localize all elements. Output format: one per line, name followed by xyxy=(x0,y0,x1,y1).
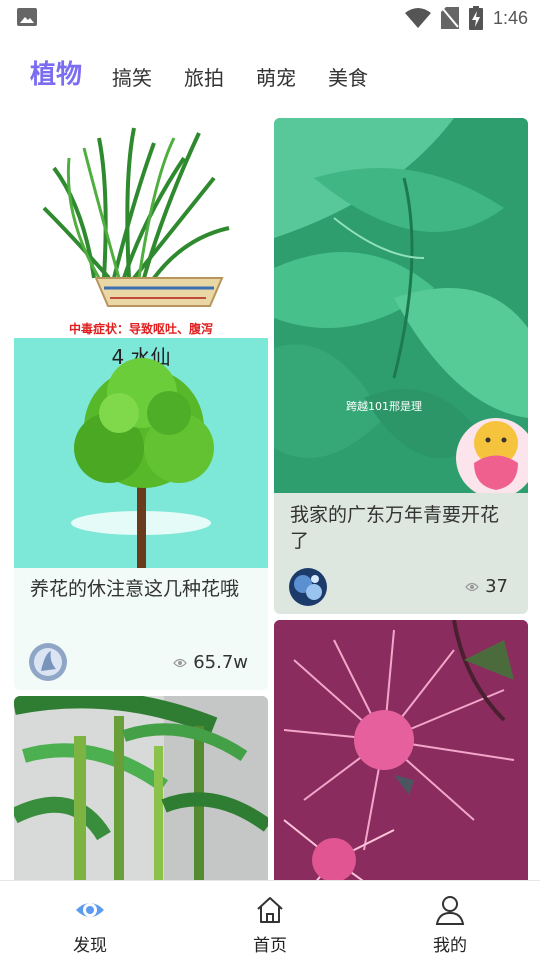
view-count: 65.7w xyxy=(173,652,248,673)
nav-discover[interactable]: 发现 xyxy=(0,881,180,961)
card-image: 跨越101邢是理 xyxy=(274,118,528,493)
eye-icon xyxy=(173,658,187,667)
status-time: 1:46 xyxy=(492,7,528,28)
avatar[interactable] xyxy=(289,568,327,606)
card-image xyxy=(14,696,268,896)
battery-charging-icon xyxy=(468,6,483,30)
video-card-4[interactable] xyxy=(274,620,528,896)
nav-label-discover: 发现 xyxy=(73,936,107,956)
tab-funny[interactable]: 搞笑 xyxy=(112,64,152,92)
nav-profile[interactable]: 我的 xyxy=(360,881,540,961)
card-title: 养花的休注意这几种花哦 xyxy=(30,578,240,600)
nav-home[interactable]: 首页 xyxy=(180,881,360,961)
image-caption-symptom: 中毒症状：导致呕吐、腹泻 xyxy=(69,321,213,336)
status-bar: 1:46 xyxy=(0,0,540,36)
card-image xyxy=(274,620,528,896)
tab-food[interactable]: 美食 xyxy=(328,64,368,92)
eye-icon xyxy=(76,903,104,917)
image-caption-watermark: 跨越101邢是理 xyxy=(346,399,422,413)
video-card-2[interactable]: 跨越101邢是理 我家的广东万年青要开花了 37 xyxy=(274,118,528,614)
bottom-navigation: 发现 首页 我的 xyxy=(0,880,540,961)
home-icon xyxy=(257,897,283,923)
tab-pets[interactable]: 萌宠 xyxy=(256,64,296,92)
user-icon xyxy=(435,896,465,925)
card-image: 中毒症状：导致呕吐、腹泻 4.水仙 xyxy=(14,118,268,568)
card-title: 我家的广东万年青要开花了 xyxy=(290,504,500,552)
tab-plants[interactable]: 植物 xyxy=(30,58,82,92)
nav-label-profile: 我的 xyxy=(433,936,467,956)
tab-travel[interactable]: 旅拍 xyxy=(184,64,224,92)
view-count-value: 37 xyxy=(485,576,508,597)
nav-label-home: 首页 xyxy=(253,936,287,956)
no-sim-icon xyxy=(440,7,459,29)
wifi-icon xyxy=(404,8,431,28)
eye-icon xyxy=(465,582,479,591)
category-tabs: 植物 搞笑 旅拍 萌宠 美食 xyxy=(30,52,400,92)
video-card-1[interactable]: 中毒症状：导致呕吐、腹泻 4.水仙 养花的休注意这几种花哦 65.7w xyxy=(14,118,268,690)
view-count-value: 65.7w xyxy=(193,652,248,673)
avatar[interactable] xyxy=(29,643,67,681)
video-card-3[interactable] xyxy=(14,696,268,896)
view-count: 37 xyxy=(465,576,508,597)
gallery-icon xyxy=(17,8,37,26)
